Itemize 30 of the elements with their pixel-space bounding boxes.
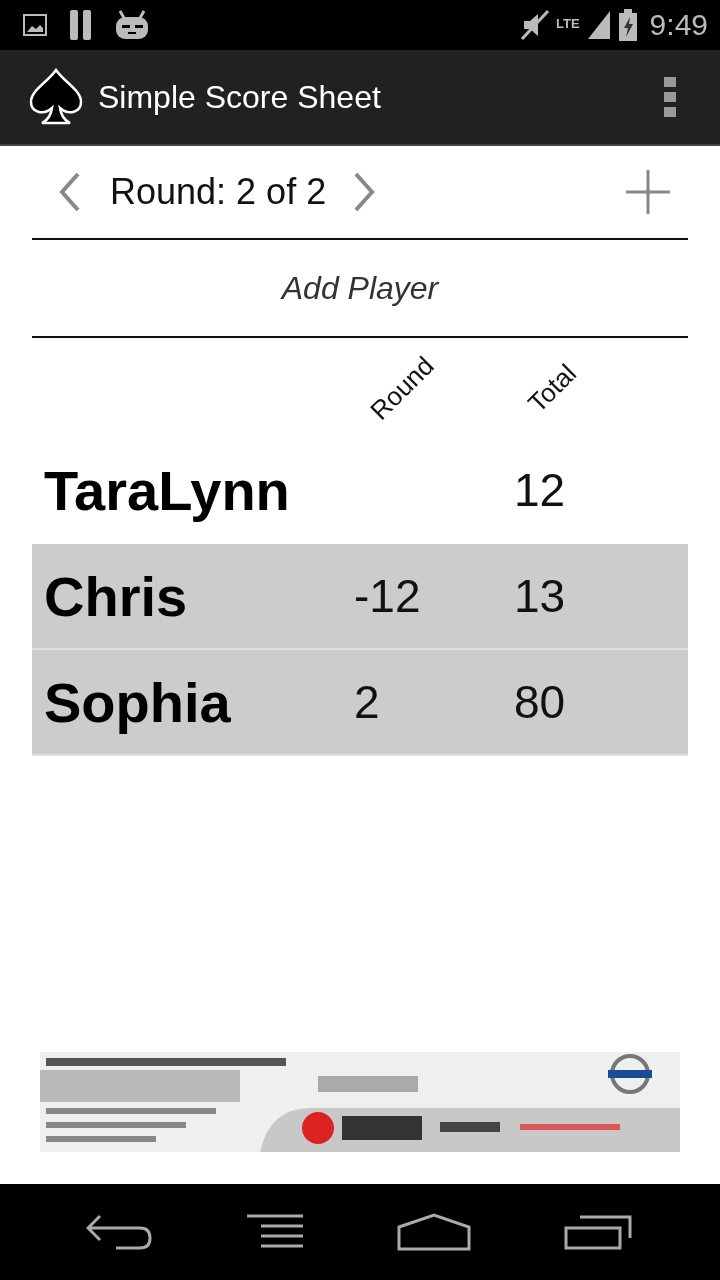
spade-icon xyxy=(28,68,84,126)
player-row[interactable]: Chris -12 13 xyxy=(32,544,688,650)
player-row[interactable]: Sophia 2 80 xyxy=(32,650,688,756)
picture-icon xyxy=(22,13,48,37)
round-score: -12 xyxy=(354,570,421,622)
player-name: Sophia xyxy=(43,669,232,735)
round-score: 2 xyxy=(354,676,380,728)
add-player-button[interactable]: Add Player xyxy=(32,240,688,336)
home-button[interactable] xyxy=(397,1213,472,1251)
total-score: 80 xyxy=(514,676,566,728)
pause-icon xyxy=(68,9,94,41)
total-score: 13 xyxy=(514,570,566,622)
app-title: Simple Score Sheet xyxy=(98,78,382,116)
overflow-menu-icon[interactable] xyxy=(664,77,676,117)
signal-icon xyxy=(585,9,612,41)
network-label: LTE xyxy=(556,16,580,31)
next-round-button[interactable] xyxy=(352,172,377,212)
back-button[interactable] xyxy=(86,1214,153,1250)
player-name: Chris xyxy=(43,563,189,629)
player-name: TaraLynn xyxy=(43,457,291,523)
previous-round-button[interactable] xyxy=(58,172,82,212)
recent-apps-button[interactable] xyxy=(563,1214,634,1250)
mute-icon xyxy=(520,9,550,41)
clock-time: 9:49 xyxy=(649,8,708,42)
round-label: Round: 2 of 2 xyxy=(110,171,327,213)
robot-icon xyxy=(114,9,150,41)
battery-icon xyxy=(617,9,638,41)
add-round-button[interactable] xyxy=(624,168,672,216)
menu-button[interactable] xyxy=(244,1214,305,1250)
total-score: 12 xyxy=(514,464,566,516)
